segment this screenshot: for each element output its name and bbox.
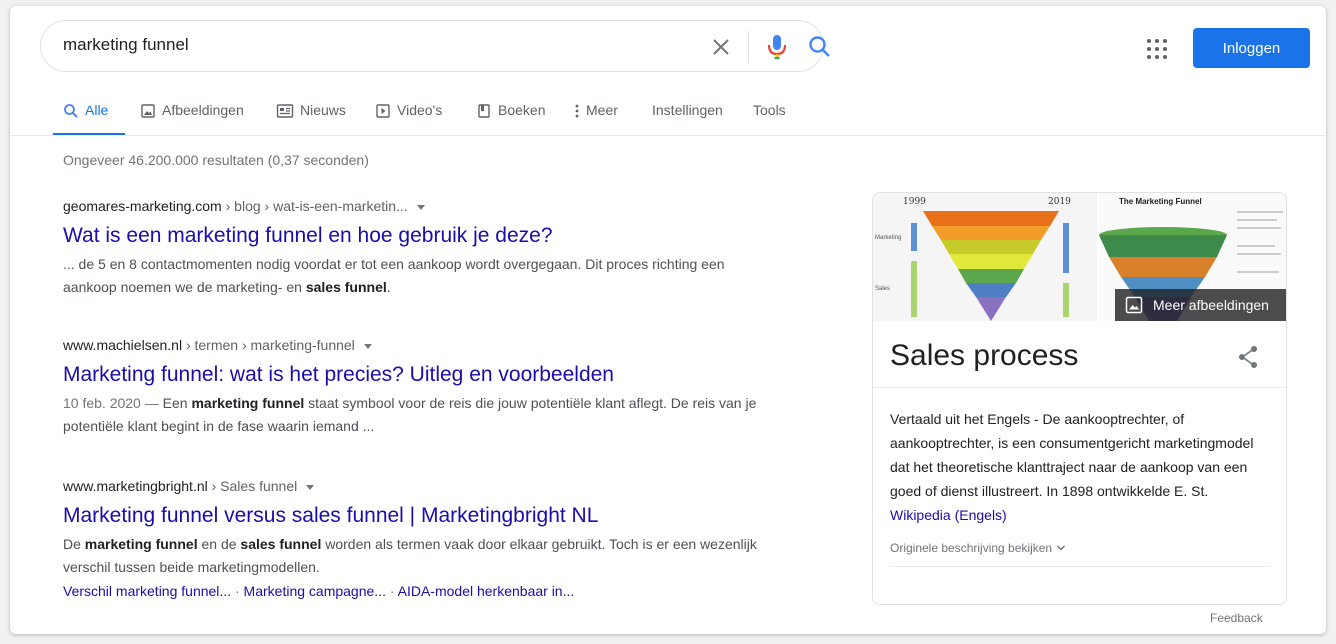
book-icon xyxy=(478,104,490,118)
image-icon xyxy=(141,104,155,118)
divider xyxy=(890,566,1270,567)
snippet-text: De xyxy=(63,536,85,552)
wikipedia-link[interactable]: Wikipedia (Engels) xyxy=(890,507,1007,523)
original-description-toggle[interactable]: Originele beschrijving bekijken xyxy=(890,541,1066,555)
image-title: The Marketing Funnel xyxy=(1119,197,1202,206)
knowledge-panel: 1999 2019 Marketing Sales The Marketing … xyxy=(872,192,1287,605)
sitelink[interactable]: Marketing campagne... xyxy=(244,583,386,599)
chevron-down-icon xyxy=(1057,545,1066,551)
knowledge-panel-title: Sales process xyxy=(890,339,1079,372)
chevron-down-icon[interactable] xyxy=(363,343,372,349)
search-result: www.machielsen.nl › termen › marketing-f… xyxy=(63,335,763,438)
image-icon xyxy=(1125,296,1143,314)
knowledge-panel-description: Vertaald uit het Engels - De aankooptrec… xyxy=(890,407,1270,527)
search-input[interactable]: marketing funnel xyxy=(63,35,189,55)
tab-label: Boeken xyxy=(498,102,546,118)
description-text: Vertaald uit het Engels - De aankooptrec… xyxy=(890,411,1254,499)
microphone-icon[interactable] xyxy=(765,33,789,61)
chevron-down-icon[interactable] xyxy=(416,204,425,210)
result-snippet: ... de 5 en 8 contactmomenten nodig voor… xyxy=(63,253,763,299)
snippet-text: en de xyxy=(197,536,241,552)
snippet-text: ... de 5 en 8 contactmomenten nodig voor… xyxy=(63,256,725,295)
result-sitelinks: Verschil marketing funnel... · Marketing… xyxy=(63,581,763,601)
news-icon xyxy=(276,104,294,118)
result-breadcrumb[interactable]: www.marketingbright.nl › Sales funnel xyxy=(63,476,763,496)
chevron-down-icon[interactable] xyxy=(306,484,315,490)
snippet-text: Een xyxy=(162,395,192,411)
search-result: www.marketingbright.nl › Sales funnel Ma… xyxy=(63,476,763,601)
result-path: › blog › wat-is-een-marketin... xyxy=(221,198,408,214)
browser-window: marketing funnel Inloggen Alle Afbeeldin… xyxy=(10,6,1326,634)
tab-tools[interactable]: Tools xyxy=(753,96,786,136)
image-year-right: 2019 xyxy=(1048,197,1071,207)
tab-label: Tools xyxy=(753,102,786,118)
result-breadcrumb[interactable]: www.machielsen.nl › termen › marketing-f… xyxy=(63,335,763,355)
search-icon xyxy=(64,104,78,118)
snippet-text: . xyxy=(386,279,391,295)
result-title-link[interactable]: Marketing funnel versus sales funnel | M… xyxy=(63,503,763,529)
tab-settings[interactable]: Instellingen xyxy=(652,96,723,136)
more-images-button[interactable]: Meer afbeeldingen xyxy=(1115,289,1286,321)
snippet-bold: marketing funnel xyxy=(191,395,305,411)
image-label-marketing: Marketing xyxy=(875,235,901,241)
tab-label: Instellingen xyxy=(652,102,723,118)
apps-grid-icon[interactable] xyxy=(1146,38,1168,60)
tab-label: Meer xyxy=(586,102,618,118)
search-divider xyxy=(748,31,749,63)
result-breadcrumb[interactable]: geomares-marketing.com › blog › wat-is-e… xyxy=(63,196,763,216)
image-label-sales: Sales xyxy=(875,286,890,292)
snippet-bold: marketing funnel xyxy=(84,536,198,552)
sitelink[interactable]: Verschil marketing funnel... xyxy=(63,583,231,599)
feedback-link[interactable]: Feedback xyxy=(1210,611,1263,625)
sitelink[interactable]: AIDA-model herkenbaar in... xyxy=(398,583,575,599)
result-domain: www.marketingbright.nl xyxy=(63,478,208,494)
video-icon xyxy=(376,104,390,118)
snippet-bold: sales funnel xyxy=(305,279,387,295)
tab-news[interactable]: Nieuws xyxy=(276,96,346,136)
more-vertical-icon xyxy=(575,104,579,118)
result-snippet: 10 feb. 2020 — Een marketing funnel staa… xyxy=(63,392,763,438)
tab-videos[interactable]: Video's xyxy=(375,96,442,136)
search-box[interactable]: marketing funnel xyxy=(40,20,830,72)
tab-all[interactable]: Alle xyxy=(63,96,108,136)
close-icon[interactable] xyxy=(709,35,733,59)
tab-label: Afbeeldingen xyxy=(162,102,244,118)
sitelink-separator: · xyxy=(231,583,244,599)
share-icon[interactable] xyxy=(1237,345,1259,369)
search-result: geomares-marketing.com › blog › wat-is-e… xyxy=(63,196,763,299)
more-images-label: Meer afbeeldingen xyxy=(1153,297,1269,313)
tabs-divider xyxy=(10,135,1326,136)
search-icon[interactable] xyxy=(807,34,833,60)
image-year-left: 1999 xyxy=(903,197,926,207)
result-snippet: De marketing funnel en de sales funnel w… xyxy=(63,533,763,579)
result-title-link[interactable]: Wat is een marketing funnel en hoe gebru… xyxy=(63,223,763,249)
original-description-label: Originele beschrijving bekijken xyxy=(890,541,1053,555)
tab-label: Alle xyxy=(85,102,109,118)
result-title-link[interactable]: Marketing funnel: wat is het precies? Ui… xyxy=(63,362,763,388)
tab-label: Video's xyxy=(397,102,443,118)
result-stats: Ongeveer 46.200.000 resultaten (0,37 sec… xyxy=(63,152,369,168)
sitelink-separator: · xyxy=(385,583,398,599)
result-date: 10 feb. 2020 — xyxy=(63,395,163,411)
result-path: › Sales funnel xyxy=(207,478,298,494)
tab-label: Nieuws xyxy=(300,102,346,118)
tab-images[interactable]: Afbeeldingen xyxy=(140,96,244,136)
result-domain: www.machielsen.nl xyxy=(63,337,183,353)
result-domain: geomares-marketing.com xyxy=(63,198,222,214)
divider xyxy=(873,387,1286,388)
tab-more[interactable]: Meer xyxy=(574,96,618,136)
snippet-bold: sales funnel xyxy=(240,536,322,552)
result-path: › termen › marketing-funnel xyxy=(182,337,355,353)
login-button[interactable]: Inloggen xyxy=(1193,28,1310,68)
tab-books[interactable]: Boeken xyxy=(476,96,545,136)
